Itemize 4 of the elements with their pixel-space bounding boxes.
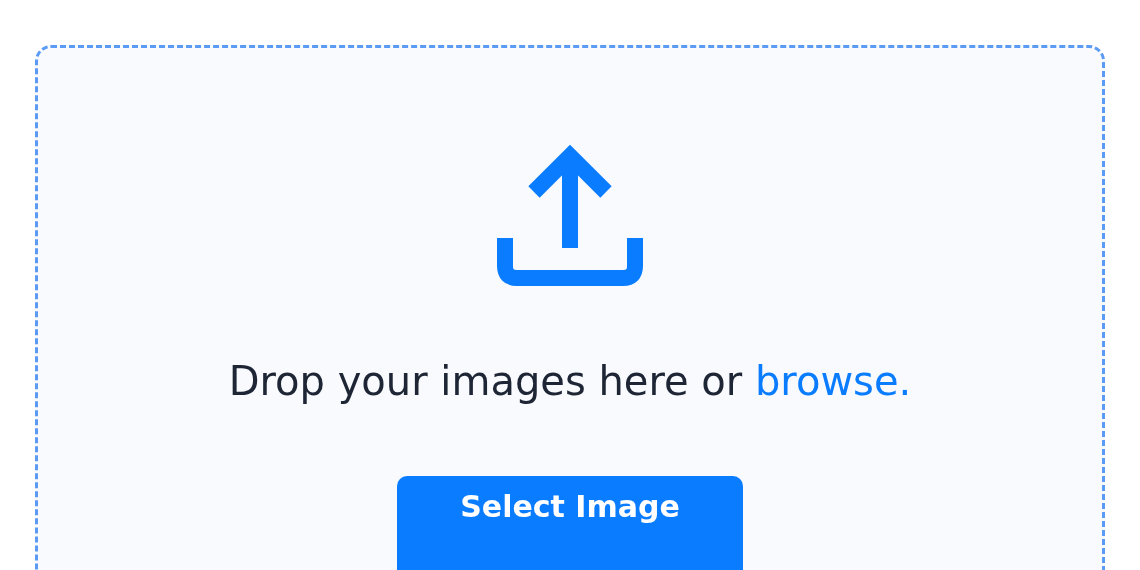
select-image-button[interactable]: Select Image: [397, 476, 743, 570]
drop-zone[interactable]: Drop your images here or browse. Select Image: [35, 45, 1105, 570]
browse-link[interactable]: browse.: [754, 358, 912, 404]
drop-instructions: Drop your images here or browse.: [228, 357, 912, 406]
